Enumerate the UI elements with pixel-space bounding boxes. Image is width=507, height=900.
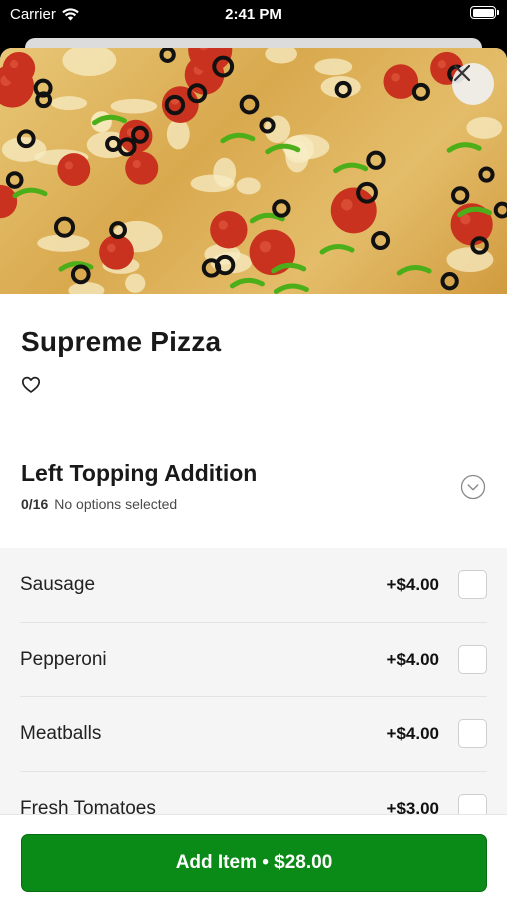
pepperoni	[249, 229, 296, 276]
footer-bar: Add Item • $28.00	[0, 814, 507, 900]
cheese-blob	[50, 96, 88, 110]
option-checkbox[interactable]	[458, 570, 487, 599]
pepperoni	[57, 153, 91, 186]
cheese-blob	[68, 282, 105, 294]
olive	[70, 264, 91, 285]
cheese-blob	[265, 48, 297, 64]
option-label: Meatballs	[20, 723, 102, 744]
pepperoni-spot	[132, 159, 141, 169]
selection-count: 0/16	[21, 496, 49, 512]
heart-icon[interactable]	[21, 375, 41, 395]
green-pepper	[91, 114, 127, 126]
pepperoni	[0, 184, 18, 219]
olive	[35, 91, 53, 109]
option-label: Pepperoni	[20, 648, 107, 670]
green-pepper	[396, 265, 432, 276]
option-row[interactable]: Sausage +$4.00	[20, 548, 487, 623]
cheese-blob	[236, 177, 261, 195]
option-price: +$3.00	[386, 798, 439, 815]
green-pepper	[273, 283, 309, 294]
battery-icon	[470, 6, 499, 19]
pepperoni-spot	[64, 161, 74, 170]
olive	[493, 201, 507, 219]
section-subtitle: 0/16 No options selected	[21, 496, 177, 512]
olive	[366, 150, 386, 170]
olive	[272, 199, 291, 218]
add-item-button[interactable]: Add Item • $28.00	[21, 834, 487, 892]
olive	[371, 230, 391, 250]
option-row[interactable]: Meatballs +$4.00	[20, 697, 487, 772]
pepperoni-spot	[341, 198, 353, 211]
green-pepper	[229, 277, 265, 289]
cheese-blob	[1, 136, 47, 162]
pepperoni	[125, 151, 159, 185]
status-bar: Carrier 2:41 PM	[0, 0, 507, 30]
olive	[451, 186, 470, 205]
pizza-illustration	[0, 48, 507, 294]
green-pepper	[271, 262, 307, 274]
option-label: Sausage	[20, 574, 96, 595]
olive	[239, 94, 260, 115]
cheese-blob	[466, 116, 503, 139]
option-label: Fresh Tomatoes	[20, 797, 156, 815]
cheese-blob	[125, 273, 146, 293]
option-price: +$4.00	[386, 649, 439, 669]
olive	[478, 166, 495, 183]
green-pepper	[12, 187, 48, 199]
olive	[159, 48, 176, 63]
option-row[interactable]: Fresh Tomatoes +$3.00	[20, 772, 487, 815]
olive	[411, 82, 430, 101]
cheese-blob	[190, 174, 235, 193]
option-checkbox[interactable]	[458, 719, 487, 748]
olive	[53, 216, 76, 238]
option-price: +$4.00	[386, 724, 439, 743]
pepperoni-spot	[106, 243, 116, 253]
pepperoni	[330, 187, 377, 234]
section-title: Left Topping Addition	[21, 460, 258, 486]
cheese-blob	[110, 98, 158, 114]
pepperoni-spot	[437, 60, 446, 69]
selection-status: No options selected	[54, 496, 178, 512]
cheese-blob	[62, 48, 117, 77]
item-title: Supreme Pizza	[21, 326, 222, 357]
chevron-down-icon[interactable]	[460, 474, 486, 500]
green-pepper	[319, 244, 355, 255]
olive	[440, 272, 459, 291]
pepperoni-spot	[218, 220, 228, 230]
pepperoni-spot	[10, 60, 19, 69]
item-detail-sheet: Supreme Pizza Left Topping Addition 0/16…	[0, 48, 507, 900]
cheese-blob	[166, 118, 190, 150]
option-checkbox[interactable]	[458, 793, 487, 814]
options-list: Sausage +$4.00 Pepperoni +$4.00 Meatball…	[0, 548, 507, 814]
pepperoni	[210, 211, 248, 249]
olive	[5, 171, 24, 189]
pepperoni-spot	[391, 72, 400, 82]
pepperoni-spot	[259, 240, 272, 253]
option-checkbox[interactable]	[458, 644, 487, 674]
item-photo	[0, 48, 507, 294]
green-pepper	[220, 132, 256, 144]
close-button[interactable]	[452, 63, 494, 105]
option-row[interactable]: Pepperoni +$4.00	[20, 623, 487, 697]
close-icon	[453, 64, 471, 82]
green-pepper	[446, 142, 482, 153]
pepperoni	[99, 234, 134, 270]
option-price: +$4.00	[386, 575, 439, 594]
cheese-blob	[314, 58, 353, 76]
status-time: 2:41 PM	[225, 6, 282, 23]
pepperoni	[2, 51, 36, 85]
green-pepper	[333, 162, 369, 174]
